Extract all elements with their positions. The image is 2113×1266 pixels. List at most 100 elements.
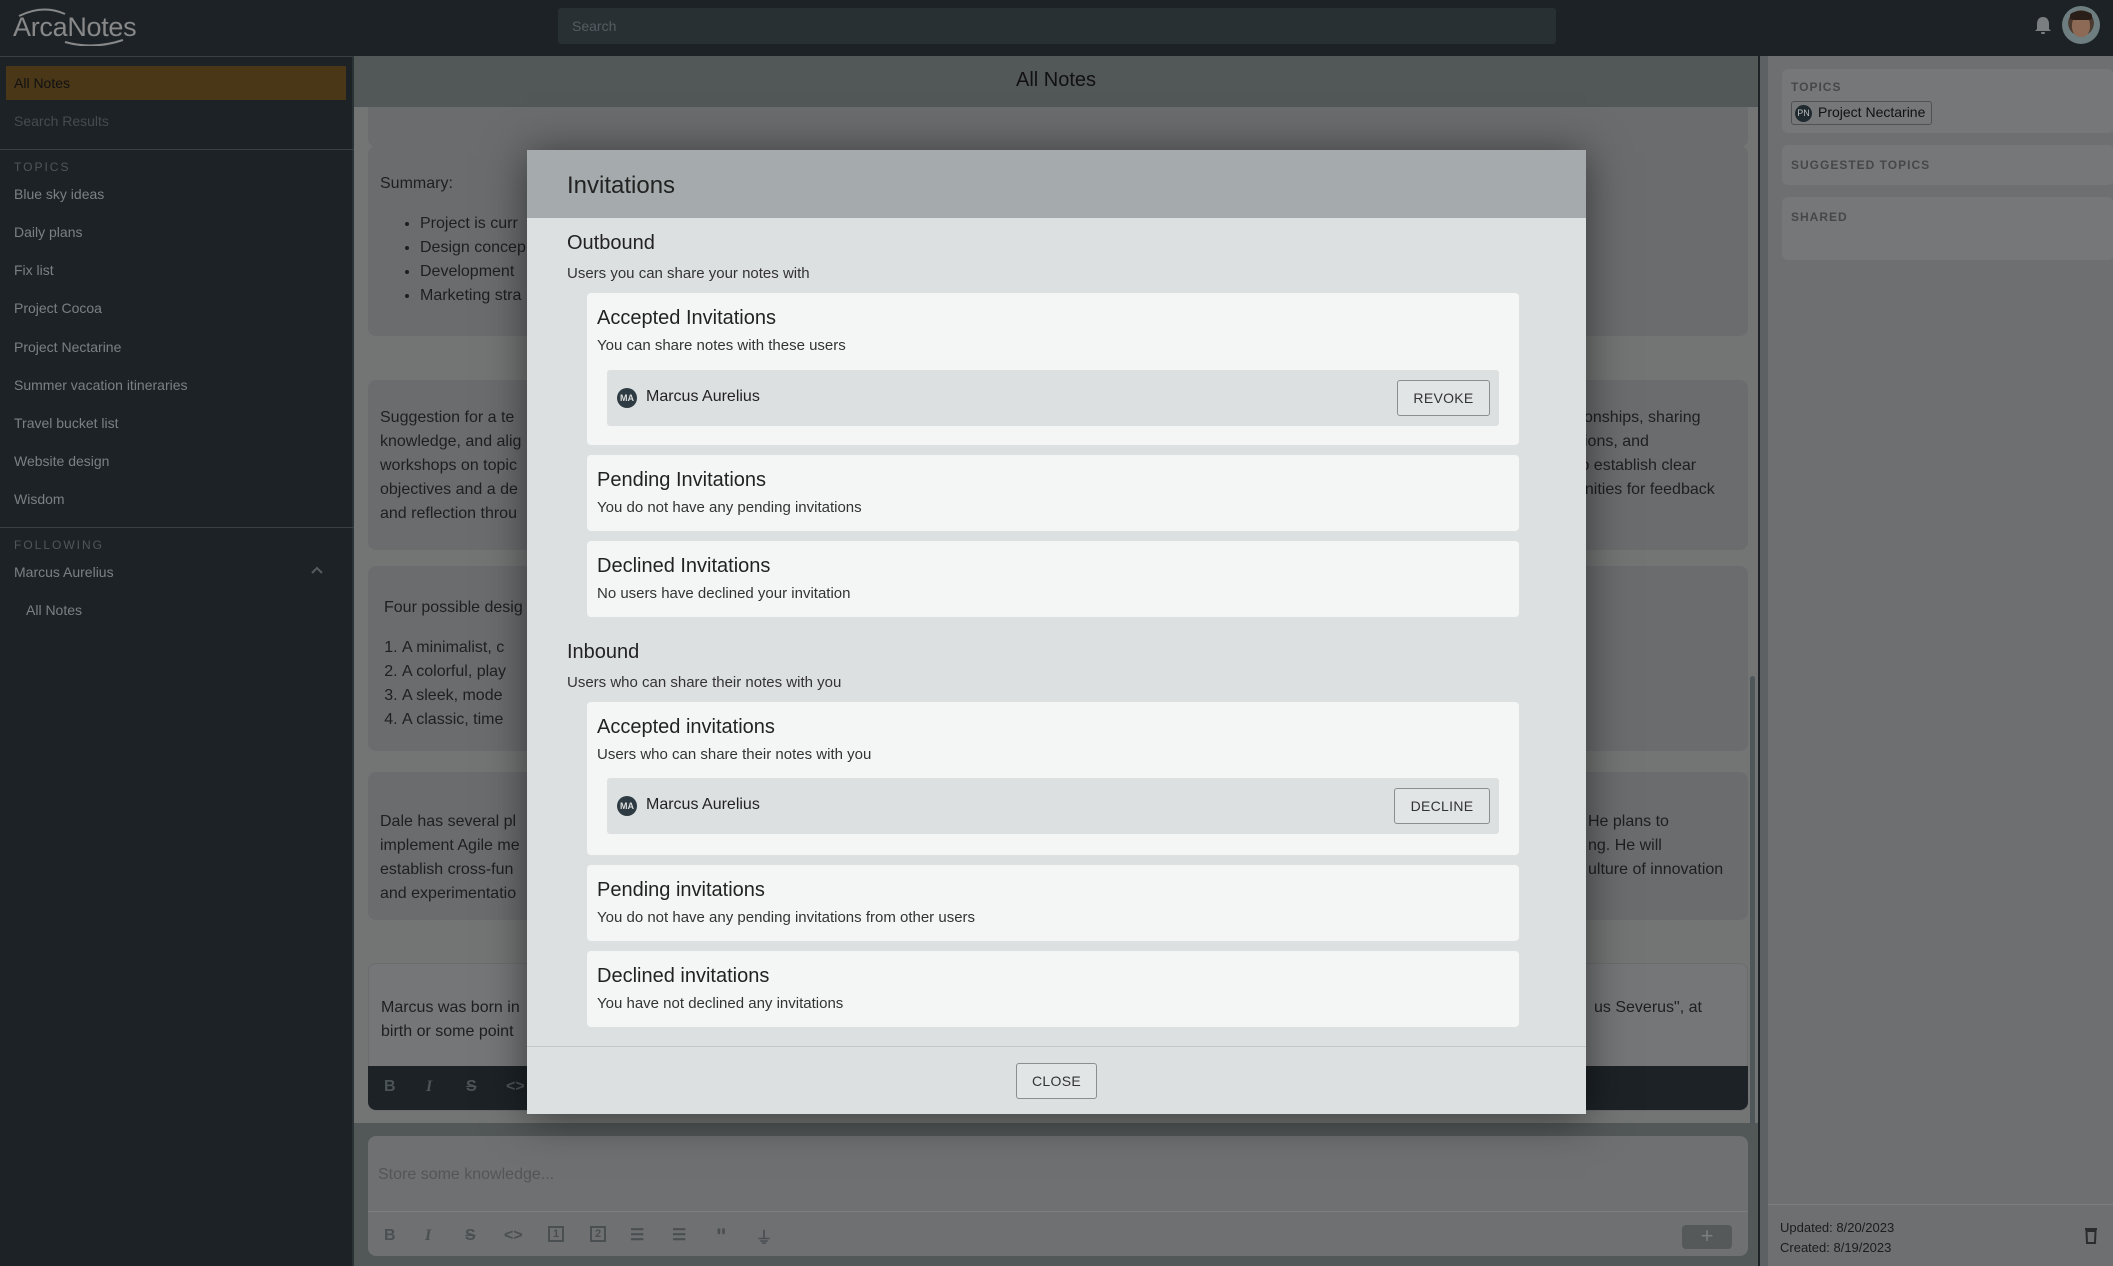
topic-chip[interactable]: PN Project Nectarine [1791, 101, 1933, 125]
new-note-divider [368, 1211, 1748, 1212]
user-avatar-initials: MA [617, 388, 637, 408]
outbound-accepted-card: Accepted Invitations You can share notes… [587, 293, 1519, 445]
sidebar-item-all-notes[interactable]: All Notes [6, 66, 346, 100]
sidebar-topic[interactable]: Website design [14, 453, 109, 469]
note-right-text: He plans to ng. He will ulture of innova… [1588, 810, 1723, 882]
outbound-pending-card: Pending Invitations You do not have any … [587, 455, 1519, 531]
quote-icon[interactable]: " [716, 1224, 726, 1250]
page-title: All Notes [354, 56, 1758, 107]
suggested-topics-card: SUGGESTED TOPICS [1782, 145, 2113, 185]
outbound-declined-card: Declined Invitations No users have decli… [587, 541, 1519, 617]
following-heading: FOLLOWING [14, 538, 105, 552]
chevron-up-icon[interactable] [310, 565, 324, 575]
card-title: Declined Invitations [597, 555, 771, 577]
outbound-title: Outbound [567, 232, 655, 254]
shared-label: SHARED [1791, 210, 1848, 224]
trash-icon[interactable] [2084, 1226, 2098, 1244]
outbound-subtitle: Users you can share your notes with [567, 265, 810, 282]
card-title: Declined invitations [597, 965, 770, 987]
add-note-button[interactable]: + [1682, 1225, 1732, 1249]
modal-header: Invitations [527, 150, 1586, 218]
code-icon[interactable]: <> [504, 1227, 523, 1245]
user-row: MA Marcus Aurelius REVOKE [607, 370, 1499, 426]
new-note-editor[interactable]: Store some knowledge... B I S <> 1 2 ☰ ☰… [368, 1136, 1748, 1256]
invitations-modal: Invitations Outbound Users you can share… [527, 150, 1586, 1114]
inbound-subtitle: Users who can share their notes with you [567, 674, 842, 691]
strikethrough-icon[interactable]: S [466, 1078, 477, 1096]
card-subtitle: No users have declined your invitation [597, 585, 851, 602]
inbound-declined-card: Declined invitations You have not declin… [587, 951, 1519, 1027]
card-title: Accepted Invitations [597, 307, 776, 329]
topic-chip-label: Project Nectarine [1818, 104, 1926, 120]
card-subtitle: You have not declined any invitations [597, 995, 844, 1012]
sidebar-item-search-results[interactable]: Search Results [6, 104, 346, 138]
bullet-list-icon[interactable]: ☰ [630, 1225, 644, 1245]
user-avatar[interactable] [2062, 6, 2100, 44]
card-title: Accepted invitations [597, 716, 775, 738]
topics-label: TOPICS [1791, 80, 1842, 94]
sidebar: All Notes Search Results TOPICS Blue sky… [0, 56, 354, 1266]
avatar-hair [2070, 11, 2092, 20]
topics-card: TOPICS PN Project Nectarine [1782, 69, 2113, 133]
top-bar: ArcaNotes Search [0, 0, 2113, 56]
note-line: sions, and [1576, 433, 1649, 450]
modal-footer-divider [527, 1046, 1586, 1047]
new-note-area: Store some knowledge... B I S <> 1 2 ☰ ☰… [354, 1123, 1758, 1266]
user-row: MA Marcus Aurelius DECLINE [607, 778, 1499, 834]
inbound-accepted-card: Accepted invitations Users who can share… [587, 702, 1519, 855]
updated-date: Updated: 8/20/2023 [1780, 1220, 1895, 1235]
user-name: Marcus Aurelius [646, 796, 760, 813]
heading-1-icon[interactable]: 1 [548, 1226, 565, 1242]
topic-chip-avatar: PN [1795, 105, 1812, 122]
modal-title: Invitations [567, 172, 676, 199]
code-icon[interactable]: <> [506, 1078, 525, 1096]
shared-card: SHARED [1782, 197, 2113, 260]
card-title: Pending invitations [597, 879, 765, 901]
user-name: Marcus Aurelius [646, 388, 760, 405]
topics-heading: TOPICS [14, 160, 71, 174]
sidebar-divider [0, 527, 354, 528]
note-line: ulture of innovation [1588, 861, 1724, 878]
sidebar-topic[interactable]: Blue sky ideas [14, 186, 104, 202]
search-input[interactable]: Search [558, 8, 1556, 44]
sidebar-topic[interactable]: Travel bucket list [14, 415, 119, 431]
scrollbar-thumb[interactable] [1750, 676, 1755, 1176]
panel-divider [1768, 1204, 2113, 1205]
heading-2-icon[interactable]: 2 [590, 1226, 607, 1242]
app-logo[interactable]: ArcaNotes [13, 6, 137, 46]
sidebar-topic[interactable]: Daily plans [14, 224, 82, 240]
sidebar-topic[interactable]: Wisdom [14, 491, 65, 507]
strikethrough-icon[interactable]: S [465, 1227, 476, 1245]
following-user-all-notes[interactable]: All Notes [26, 602, 82, 618]
italic-icon[interactable]: I [426, 1078, 432, 1096]
note-right-text: tionships, sharing sions, and to establi… [1576, 406, 1715, 502]
note-line: unities for feedback [1576, 481, 1715, 498]
revoke-button[interactable]: REVOKE [1397, 380, 1490, 416]
bold-icon[interactable]: B [384, 1078, 396, 1096]
app-name: ArcaNotes [13, 12, 137, 42]
sidebar-topic[interactable]: Summer vacation itineraries [14, 377, 188, 393]
sidebar-topic[interactable]: Project Cocoa [14, 300, 102, 316]
card-title: Pending Invitations [597, 469, 767, 491]
note-right-text: us Severus", at [1594, 996, 1702, 1020]
inbound-pending-card: Pending invitations You do not have any … [587, 865, 1519, 941]
italic-icon[interactable]: I [425, 1227, 431, 1245]
bold-icon[interactable]: B [384, 1227, 396, 1245]
card-subtitle: You do not have any pending invitations … [597, 909, 976, 926]
sidebar-topic[interactable]: Project Nectarine [14, 339, 121, 355]
note-line: ng. He will [1588, 837, 1662, 854]
created-date: Created: 8/19/2023 [1780, 1240, 1892, 1255]
bell-icon[interactable] [2034, 16, 2052, 36]
decline-button[interactable]: DECLINE [1394, 788, 1490, 824]
sidebar-divider [0, 149, 354, 150]
user-avatar-initials: MA [617, 796, 637, 816]
sidebar-topic[interactable]: Fix list [14, 262, 54, 278]
card-subtitle: You do not have any pending invitations [597, 499, 862, 516]
numbered-list-icon[interactable]: ☰ [672, 1225, 686, 1245]
close-button[interactable]: CLOSE [1016, 1063, 1097, 1099]
note-dates: Updated: 8/20/2023 Created: 8/19/2023 [1780, 1218, 1894, 1258]
following-user[interactable]: Marcus Aurelius [14, 564, 114, 580]
highlight-icon[interactable]: ⏚ [756, 1224, 772, 1248]
note-card[interactable] [368, 107, 1748, 147]
new-note-input[interactable]: Store some knowledge... [378, 1166, 554, 1184]
